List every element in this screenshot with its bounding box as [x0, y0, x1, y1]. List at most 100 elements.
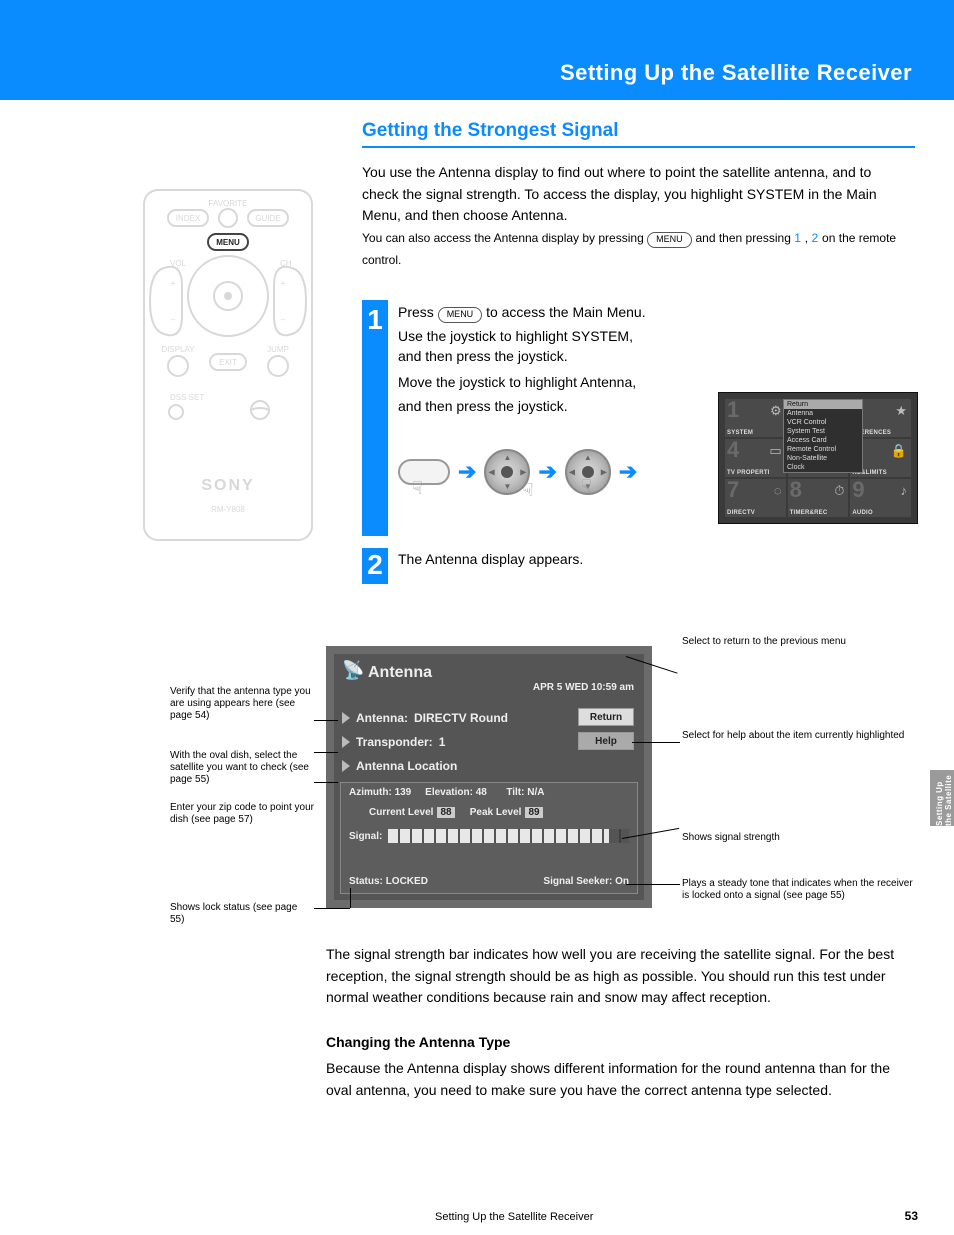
osd-popup-item[interactable]: Remote Control — [784, 445, 862, 454]
intro-paragraph: You use the Antenna display to find out … — [362, 162, 910, 270]
intro-key-1: 1 — [794, 231, 801, 245]
joystick-press-icon: ▲▼◀▶ ☟ — [565, 449, 611, 495]
callout-signal: Shows signal strength — [682, 832, 916, 844]
svg-text:+: + — [171, 279, 176, 288]
remote-label-favorite: FAVORITE — [209, 199, 248, 208]
gear-icon: ⚙ — [770, 403, 782, 419]
osd-popup-item[interactable]: Antenna — [784, 409, 862, 418]
triangle-icon — [342, 736, 350, 748]
aw-row-antenna[interactable]: Antenna: DIRECTV Round — [342, 708, 508, 728]
section-heading: Getting the Strongest Signal — [362, 120, 619, 142]
osd-cell-tvprop[interactable]: 4▭TV PROPERTI — [725, 439, 786, 477]
osd-popup: Return Antenna VCR Control System Test A… — [783, 399, 863, 473]
antenna-window: 📡 Antenna APR 5 WED 10:59 am Antenna: DI… — [326, 646, 652, 908]
aw-help-button[interactable]: Help — [578, 732, 634, 750]
step-number-1: 1 — [362, 300, 388, 536]
header-title: Setting Up the Satellite Receiver — [560, 60, 912, 86]
remote-model: RM-Y808 — [211, 505, 245, 514]
callout-return: Select to return to the previous menu — [682, 636, 916, 648]
changing-paragraph: Because the Antenna display shows differ… — [326, 1058, 916, 1101]
page-number: 53 — [905, 1209, 918, 1223]
side-tab-label: Setting Up the Satellite Receiver — [935, 774, 954, 826]
menu-button-press-icon: ☟ — [398, 459, 450, 485]
intro-key-2: 2 — [811, 231, 818, 245]
leader-line — [314, 782, 338, 783]
callout-transponder: With the oval dish, select the satellite… — [170, 750, 314, 786]
aw-transponder-label: Transponder: — [356, 735, 433, 749]
osd-cell-directv[interactable]: 7◌DIRECTV — [725, 479, 786, 517]
dish-icon: 📡 — [342, 660, 364, 681]
osd-main-menu: 1⚙SYSTEM ★EFERENCES 4▭TV PROPERTI 🔒KS&LI… — [718, 392, 918, 524]
leader-line — [632, 742, 680, 743]
step1-menu-pill: MENU — [438, 307, 483, 323]
osd-popup-item[interactable]: Non-Satellite — [784, 454, 862, 463]
section-rule — [362, 146, 915, 148]
leader-line — [314, 908, 350, 909]
osd-popup-item[interactable]: VCR Control — [784, 418, 862, 427]
osd-cell-audio[interactable]: 9♪AUDIO — [850, 479, 911, 517]
aw-levels-row: Current Level88 Peak Level89 — [369, 807, 547, 818]
step1-line-c: and then press the joystick. — [398, 346, 724, 367]
callout-status: Shows lock status (see page 55) — [170, 902, 314, 926]
step1-text-rest: to access the Main Menu. — [486, 304, 646, 320]
osd-popup-item[interactable]: Access Card — [784, 436, 862, 445]
aw-signal-bar-row: Signal: — [349, 829, 629, 843]
circle-icon: ◌ — [774, 483, 782, 498]
aw-status: Status: LOCKED — [349, 876, 428, 887]
leader-line — [350, 888, 351, 908]
osd-cell-timer[interactable]: 8⏱TIMER&REC — [788, 479, 849, 517]
remote-label-jump: JUMP — [267, 345, 289, 354]
aw-return-button[interactable]: Return — [578, 708, 634, 726]
leader-line — [314, 720, 338, 721]
step2-line-a: The Antenna display appears. — [398, 549, 918, 570]
intro-text-c: and then pressing — [695, 231, 794, 245]
tv-icon: ▭ — [769, 443, 781, 459]
step1-text-press: Press — [398, 304, 438, 320]
callout-help: Select for help about the item currently… — [682, 730, 916, 742]
svg-text:–: – — [281, 315, 286, 324]
aw-title: Antenna — [368, 664, 432, 682]
step1-line-e: and then press the joystick. — [398, 396, 724, 417]
intro-text-b: You can also access the Antenna display … — [362, 231, 647, 245]
star-icon: ★ — [895, 403, 907, 419]
lock-icon: 🔒 — [891, 443, 907, 459]
remote-label-menu: MENU — [216, 238, 240, 247]
osd-popup-item[interactable]: Clock — [784, 463, 862, 472]
aw-signal-label: Signal: — [349, 831, 382, 842]
triangle-icon — [342, 712, 350, 724]
aw-row-location[interactable]: Antenna Location — [342, 756, 457, 776]
remote-label-exit: EXIT — [219, 358, 237, 367]
arrow-icon: ➔ — [619, 459, 637, 485]
aw-date: APR 5 WED 10:59 am — [533, 682, 634, 693]
callout-location: Enter your zip code to point your dish (… — [170, 802, 314, 826]
timer-icon: ⏱ — [834, 483, 844, 499]
osd-popup-item[interactable]: Return — [784, 400, 862, 409]
aw-location-label: Antenna Location — [356, 759, 457, 773]
svg-text:+: + — [281, 279, 286, 288]
footer-text: Setting Up the Satellite Receiver — [435, 1211, 593, 1223]
aw-antenna-value: DIRECTV Round — [414, 711, 508, 725]
remote-label-display: DISPLAY — [161, 345, 195, 354]
leader-line — [626, 884, 680, 885]
aw-row-transponder[interactable]: Transponder: 1 — [342, 732, 445, 752]
step1-line-a: Press MENU to access the Main Menu. — [398, 302, 724, 323]
osd-cell-system[interactable]: 1⚙SYSTEM — [725, 399, 786, 437]
callout-seeker: Plays a steady tone that indicates when … — [682, 878, 916, 902]
aw-transponder-value: 1 — [439, 735, 446, 749]
side-tab: Setting Up the Satellite Receiver — [930, 770, 954, 826]
aw-antenna-label: Antenna: — [356, 711, 408, 725]
step-number-2: 2 — [362, 548, 388, 584]
note-icon: ♪ — [901, 483, 908, 498]
aw-signal-panel: Azimuth: 139 Elevation: 48 Tilt: N/A Cur… — [340, 782, 638, 894]
aw-azimuth-row: Azimuth: 139 Elevation: 48 Tilt: N/A — [349, 787, 544, 798]
intro-text-a: You use the Antenna display to find out … — [362, 164, 877, 223]
svg-text:–: – — [171, 315, 176, 324]
triangle-icon — [342, 760, 350, 772]
joystick-move-icon: ▲▼◀▶ ☟ — [484, 449, 530, 495]
osd-popup-item[interactable]: System Test — [784, 427, 862, 436]
remote-label-guide: GUIDE — [255, 214, 280, 223]
remote-brand: SONY — [201, 477, 254, 494]
signal-paragraph: The signal strength bar indicates how we… — [326, 944, 916, 1009]
callout-antenna: Verify that the antenna type you are usi… — [170, 686, 314, 722]
aw-seeker: Signal Seeker: On — [543, 876, 629, 887]
